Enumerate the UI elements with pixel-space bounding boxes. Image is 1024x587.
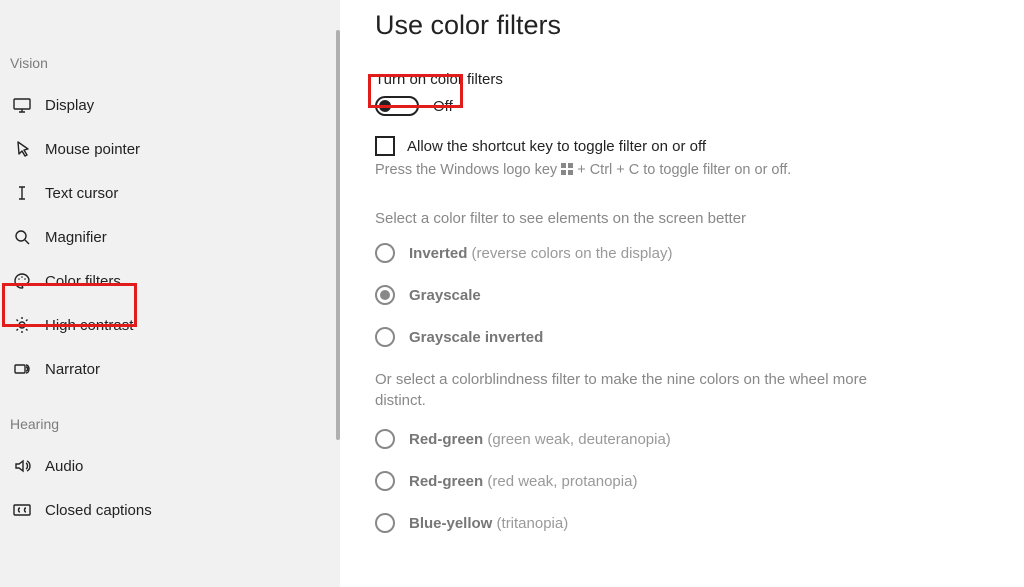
- cc-icon: [12, 500, 32, 520]
- sidebar-item-label: Mouse pointer: [45, 141, 140, 158]
- sidebar-item-label: Display: [45, 97, 94, 114]
- radio-grayscale-inverted[interactable]: Grayscale inverted: [375, 327, 984, 347]
- checkbox-label: Allow the shortcut key to toggle filter …: [407, 138, 706, 155]
- sidebar-section-vision: Vision: [10, 30, 340, 83]
- sidebar-item-label: High contrast: [45, 317, 133, 334]
- shortcut-hint: Press the Windows logo key + Ctrl + C to…: [375, 162, 984, 178]
- main-content: Use color filters Turn on color filters …: [340, 0, 1024, 587]
- colorblind-intro: Or select a colorblindness filter to mak…: [375, 369, 895, 411]
- radio-inverted[interactable]: Inverted (reverse colors on the display): [375, 243, 984, 263]
- brightness-icon: [12, 315, 32, 335]
- windows-logo-icon: [561, 163, 573, 175]
- monitor-icon: [12, 95, 32, 115]
- palette-icon: [12, 271, 32, 291]
- sidebar-item-magnifier[interactable]: Magnifier: [10, 215, 340, 259]
- sidebar-item-label: Color filters: [45, 273, 121, 290]
- sidebar-item-text-cursor[interactable]: Text cursor: [10, 171, 340, 215]
- narrator-icon: [12, 359, 32, 379]
- radio-protanopia[interactable]: Red-green (red weak, protanopia): [375, 471, 984, 491]
- magnifier-icon: [12, 227, 32, 247]
- toggle-label: Turn on color filters: [375, 71, 984, 88]
- sidebar-item-color-filters[interactable]: Color filters: [10, 259, 340, 303]
- sidebar-item-label: Closed captions: [45, 502, 152, 519]
- pointer-icon: [12, 139, 32, 159]
- filter-section-label: Select a color filter to see elements on…: [375, 210, 895, 227]
- sidebar-item-label: Text cursor: [45, 185, 118, 202]
- sidebar-item-label: Magnifier: [45, 229, 107, 246]
- sidebar-item-mouse-pointer[interactable]: Mouse pointer: [10, 127, 340, 171]
- sidebar-item-display[interactable]: Display: [10, 83, 340, 127]
- settings-sidebar: Vision Display Mouse pointer Text cursor: [0, 0, 340, 587]
- sidebar-item-label: Narrator: [45, 361, 100, 378]
- radio-deuteranopia[interactable]: Red-green (green weak, deuteranopia): [375, 429, 984, 449]
- radio-grayscale[interactable]: Grayscale: [375, 285, 984, 305]
- sidebar-item-audio[interactable]: Audio: [10, 444, 340, 488]
- shortcut-checkbox[interactable]: [375, 136, 395, 156]
- sidebar-item-high-contrast[interactable]: High contrast: [10, 303, 340, 347]
- page-title: Use color filters: [375, 10, 984, 41]
- sidebar-item-label: Audio: [45, 458, 83, 475]
- text-cursor-icon: [12, 183, 32, 203]
- sidebar-item-closed-captions[interactable]: Closed captions: [10, 488, 340, 532]
- audio-icon: [12, 456, 32, 476]
- toggle-state-text: Off: [433, 98, 453, 115]
- sidebar-item-narrator[interactable]: Narrator: [10, 347, 340, 391]
- sidebar-section-hearing: Hearing: [10, 391, 340, 444]
- radio-tritanopia[interactable]: Blue-yellow (tritanopia): [375, 513, 984, 533]
- color-filters-toggle[interactable]: [375, 96, 419, 116]
